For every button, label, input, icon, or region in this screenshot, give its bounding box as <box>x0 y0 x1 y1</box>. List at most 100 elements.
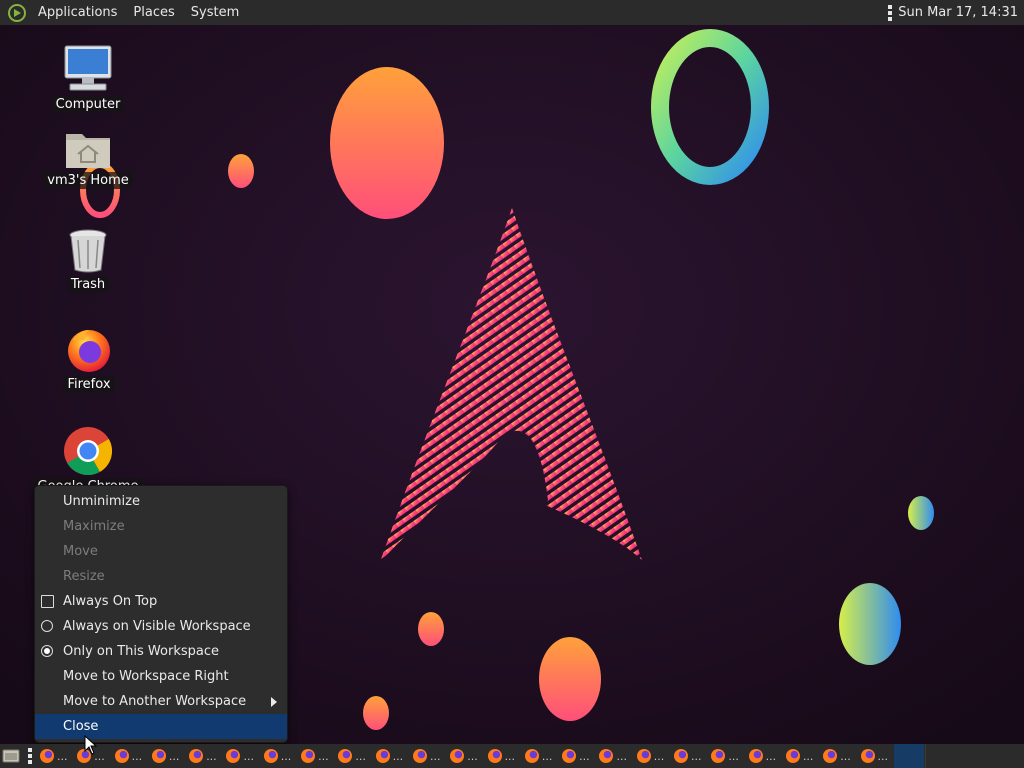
window-list: ........................................… <box>40 744 898 768</box>
menu-item-label: Move to Another Workspace <box>63 694 247 709</box>
show-desktop-icon[interactable] <box>2 748 20 764</box>
taskbar-window-button[interactable]: ... <box>412 744 450 768</box>
places-menu[interactable]: Places <box>125 0 182 25</box>
desktop-icon-trash[interactable]: Trash <box>43 228 133 293</box>
window-context-menu: Unminimize Maximize Move Resize Always O… <box>34 485 288 743</box>
desktop-icon-home[interactable]: vm3's Home <box>43 128 133 189</box>
taskbar-window-button[interactable]: ... <box>450 744 487 768</box>
firefox-icon <box>785 749 800 763</box>
taskbar-window-button[interactable]: ... <box>375 744 413 768</box>
taskbar-button-label: ... <box>392 749 404 763</box>
menu-item-label: Only on This Workspace <box>63 644 219 659</box>
taskbar-window-button[interactable]: ... <box>636 744 674 768</box>
firefox-icon <box>524 749 539 763</box>
taskbar-window-button[interactable]: ... <box>226 744 263 768</box>
taskbar-button-label: ... <box>877 749 889 763</box>
menu-item-move: Move <box>63 544 98 559</box>
taskbar-button-label: ... <box>467 749 478 763</box>
firefox-icon <box>114 749 129 763</box>
taskbar-button-label: ... <box>131 749 143 763</box>
taskbar-window-button[interactable]: ... <box>338 744 375 768</box>
firefox-icon <box>450 749 465 763</box>
desktop-icon-label: vm3's Home <box>43 172 133 189</box>
bottom-panel: ........................................… <box>0 744 1024 768</box>
home-folder-icon <box>66 134 110 168</box>
firefox-icon <box>375 749 390 763</box>
taskbar-window-button[interactable]: ... <box>114 744 152 768</box>
taskbar-window-button[interactable]: ... <box>524 744 562 768</box>
clock[interactable]: Sun Mar 17, 14:31 <box>898 5 1018 20</box>
desktop-icon-firefox[interactable]: Firefox <box>44 326 134 393</box>
menu-item-move-another-workspace[interactable]: Move to Another Workspace <box>35 689 287 714</box>
menu-item-label: Always On Top <box>63 594 158 609</box>
desktop-icon-computer[interactable]: Computer <box>43 44 133 113</box>
mouse-cursor-icon <box>84 735 98 755</box>
menu-item-move-workspace-right[interactable]: Move to Workspace Right <box>35 664 287 689</box>
taskbar-button-label: ... <box>318 749 329 763</box>
always-on-top-checkbox[interactable] <box>41 595 54 608</box>
taskbar-window-button[interactable]: ... <box>151 744 189 768</box>
trash-icon <box>69 229 107 273</box>
panel-drag-handle[interactable] <box>28 748 32 764</box>
taskbar-button-label: ... <box>691 749 702 763</box>
taskbar-window-button[interactable]: ... <box>40 744 77 768</box>
firefox-icon <box>860 749 875 763</box>
menu-item-maximize: Maximize <box>63 519 125 534</box>
taskbar-button-label: ... <box>504 749 516 763</box>
taskbar-button-label: ... <box>653 749 665 763</box>
top-panel: Applications Places System Sun Mar 17, 1… <box>0 0 1024 25</box>
firefox-icon <box>674 749 689 763</box>
desktop-icon-label: Computer <box>51 96 125 113</box>
submenu-arrow-icon <box>271 697 277 707</box>
taskbar-window-button[interactable]: ... <box>860 744 898 768</box>
firefox-icon <box>263 749 278 763</box>
menu-item-resize: Resize <box>63 569 105 584</box>
menu-item-close[interactable]: Close <box>35 714 287 739</box>
menu-item-only-on-this-workspace[interactable]: Only on This Workspace <box>35 639 287 664</box>
desktop-icon-label: Trash <box>66 276 110 293</box>
firefox-icon <box>487 749 502 763</box>
firefox-icon <box>151 749 166 763</box>
taskbar-window-button[interactable]: ... <box>711 744 748 768</box>
firefox-icon <box>562 749 577 763</box>
taskbar-window-button[interactable]: ... <box>562 744 599 768</box>
firefox-icon <box>748 749 763 763</box>
visible-workspace-radio[interactable] <box>41 620 53 632</box>
taskbar-window-button[interactable]: ... <box>785 744 823 768</box>
panel-drag-handle[interactable] <box>888 4 893 21</box>
taskbar-button-label: ... <box>579 749 590 763</box>
taskbar-window-button[interactable]: ... <box>674 744 711 768</box>
taskbar-button-label: ... <box>57 749 68 763</box>
taskbar-window-button[interactable]: ... <box>599 744 636 768</box>
taskbar-window-button[interactable]: ... <box>263 744 301 768</box>
applications-menu[interactable]: Applications <box>30 0 125 25</box>
system-menu[interactable]: System <box>183 0 247 25</box>
taskbar-button-label: ... <box>541 749 553 763</box>
taskbar-button-label: ... <box>206 749 217 763</box>
firefox-icon <box>40 749 54 763</box>
firefox-icon <box>338 749 353 763</box>
firefox-icon <box>412 749 427 763</box>
firefox-icon <box>226 749 241 763</box>
taskbar-button-label: ... <box>765 749 777 763</box>
taskbar-window-button[interactable]: ... <box>301 744 338 768</box>
workspace-2[interactable] <box>925 744 956 768</box>
taskbar-window-button[interactable]: ... <box>748 744 786 768</box>
menu-item-unminimize[interactable]: Unminimize <box>35 489 287 514</box>
firefox-icon <box>823 749 838 763</box>
menu-item-always-on-top[interactable]: Always On Top <box>35 589 287 614</box>
this-workspace-radio[interactable] <box>41 645 53 657</box>
firefox-icon <box>711 749 726 763</box>
taskbar-button-label: ... <box>168 749 180 763</box>
menu-item-always-on-visible-workspace[interactable]: Always on Visible Workspace <box>35 614 287 639</box>
taskbar-window-button[interactable]: ... <box>189 744 226 768</box>
taskbar-window-button[interactable]: ... <box>823 744 860 768</box>
workspace-1[interactable] <box>894 744 924 768</box>
firefox-icon <box>68 330 110 372</box>
firefox-icon <box>189 749 204 763</box>
taskbar-window-button[interactable]: ... <box>487 744 525 768</box>
taskbar-button-label: ... <box>840 749 851 763</box>
firefox-icon <box>636 749 651 763</box>
taskbar-button-label: ... <box>616 749 627 763</box>
mate-logo-icon[interactable] <box>8 3 26 22</box>
